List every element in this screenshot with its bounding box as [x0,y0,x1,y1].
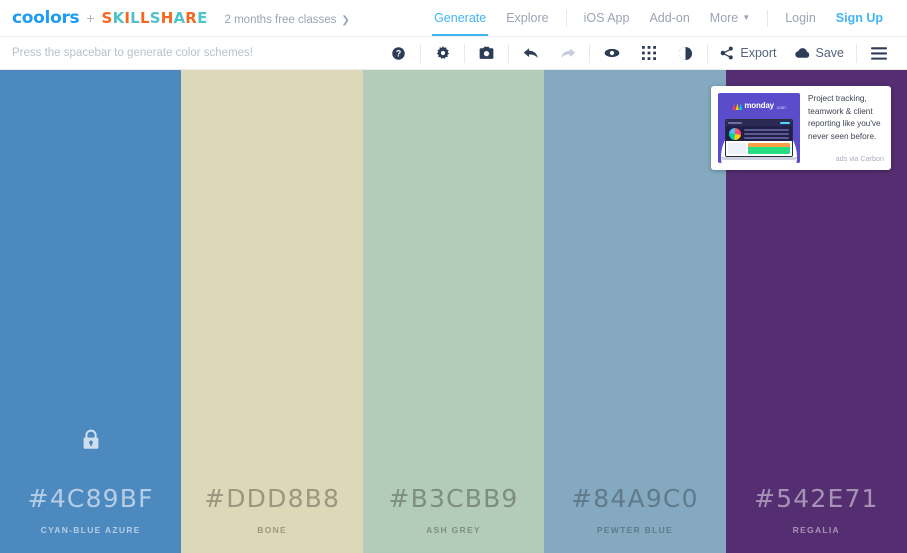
nav-label: iOS App [583,11,630,25]
nav-label: Sign Up [835,11,883,25]
export-label: Export [740,46,777,60]
ad-attribution[interactable]: ads via Carbon [808,154,884,163]
toolbar-divider [464,43,466,63]
swatch-name: BONE [257,525,287,535]
pie-chart-icon [729,127,741,140]
color-swatch[interactable]: #DDD8B8 BONE [181,70,363,553]
redo-icon [560,46,576,60]
chevron-right-icon: ❯ [341,14,350,26]
contrast-button[interactable] [667,37,704,69]
mockup-lines [744,128,789,139]
ad-body: Project tracking, teamwork & client repo… [808,93,884,163]
hamburger-menu-icon [870,46,887,60]
nav-label: Explore [506,11,549,25]
spacebar-hint: Press the spacebar to generate color sch… [12,47,253,59]
undo-button[interactable] [512,37,549,69]
save-label: Save [815,46,845,60]
brand-zone: coolors + SKILLSHARE 2 months free class… [12,8,350,28]
monday-logo: monday .com [732,101,786,110]
nav-label: Login [785,11,816,25]
swatch-hex[interactable]: #542E71 [754,484,879,513]
lock-closed-icon[interactable] [81,427,101,451]
toolbar-actions: ? Export Save [380,37,897,69]
coolors-app: coolors + SKILLSHARE 2 months free class… [0,0,907,553]
mockup-col [748,143,790,154]
swatch-name: REGALIA [792,525,840,535]
nav-divider [767,9,769,27]
mockup-table [726,141,792,156]
undo-icon [523,46,539,60]
swatch-hex[interactable]: #4C89BF [28,484,154,513]
svg-text:?: ? [396,48,401,58]
mockup-chart-row [726,126,792,141]
ad-thumbnail: monday .com [718,93,800,163]
ad-brand-tld: .com [775,105,786,110]
swatch-name: PEWTER BLUE [596,525,673,535]
nav-label: More [709,11,739,25]
skillshare-logo[interactable]: SKILLSHARE [102,9,208,27]
nav-label: Add-on [649,11,690,25]
toolbar-divider [707,43,709,63]
cloud-icon [794,47,810,59]
nav-divider [565,9,567,27]
plus-separator: + [86,10,95,26]
main-nav: Generate Explore iOS App Add-on More ▼ L… [424,0,893,36]
toolbar-divider [420,43,422,63]
ad-brand: monday [744,101,774,110]
save-button[interactable]: Save [786,37,854,69]
nav-label: Generate [434,11,487,25]
mockup-col [728,143,746,154]
toolbar-divider [508,43,510,63]
export-button[interactable]: Export [711,37,785,69]
help-icon: ? [391,46,406,61]
nav-item-login[interactable]: Login [775,0,826,36]
share-icon [720,46,734,60]
nav-item-add-on[interactable]: Add-on [639,0,699,36]
color-swatch[interactable]: #B3CBB9 ASH GREY [362,70,545,553]
swatch-name: ASH GREY [426,525,481,535]
color-palette: #4C89BF CYAN-BLUE AZURE #DDD8B8 BONE #B3… [0,70,907,553]
ad-copy[interactable]: Project tracking, teamwork & client repo… [808,93,884,144]
toolbar-divider [589,43,591,63]
menu-button[interactable] [860,37,897,69]
chevron-down-icon: ▼ [742,12,751,22]
laptop-base [721,157,797,160]
swatch-hex[interactable]: #84A9C0 [571,484,699,513]
promo-link[interactable]: 2 months free classes ❯ [225,14,350,26]
eye-icon [604,47,620,59]
coolors-logo[interactable]: coolors [12,8,80,28]
nav-item-generate[interactable]: Generate [424,0,496,36]
gear-icon [436,46,450,60]
toolbar: Press the spacebar to generate color sch… [0,37,907,70]
redo-button[interactable] [549,37,586,69]
nav-item-more[interactable]: More ▼ [700,0,760,36]
contrast-icon [678,46,693,61]
monday-mark-icon [732,103,743,110]
help-button[interactable]: ? [380,37,417,69]
app-header: coolors + SKILLSHARE 2 months free class… [0,0,907,37]
nav-item-explore[interactable]: Explore [496,0,558,36]
promo-label: 2 months free classes [224,14,337,26]
adjust-button[interactable] [424,37,461,69]
color-swatch[interactable]: #4C89BF CYAN-BLUE AZURE [0,70,182,553]
camera-button[interactable] [468,37,505,69]
nav-item-sign-up[interactable]: Sign Up [826,0,893,36]
grid-icon [641,46,656,60]
color-swatch[interactable]: #84A9C0 PEWTER BLUE [544,70,726,553]
carbon-ad[interactable]: monday .com Project tracking, teamwork &… [711,86,891,170]
swatch-hex[interactable]: #B3CBB9 [388,484,518,513]
grid-button[interactable] [630,37,667,69]
nav-item-ios-app[interactable]: iOS App [574,0,640,36]
camera-icon [479,46,494,60]
toolbar-divider [856,43,857,63]
swatch-hex[interactable]: #DDD8B8 [204,484,340,513]
view-button[interactable] [593,37,630,69]
swatch-name: CYAN-BLUE AZURE [40,525,141,535]
laptop-mockup [725,119,793,157]
